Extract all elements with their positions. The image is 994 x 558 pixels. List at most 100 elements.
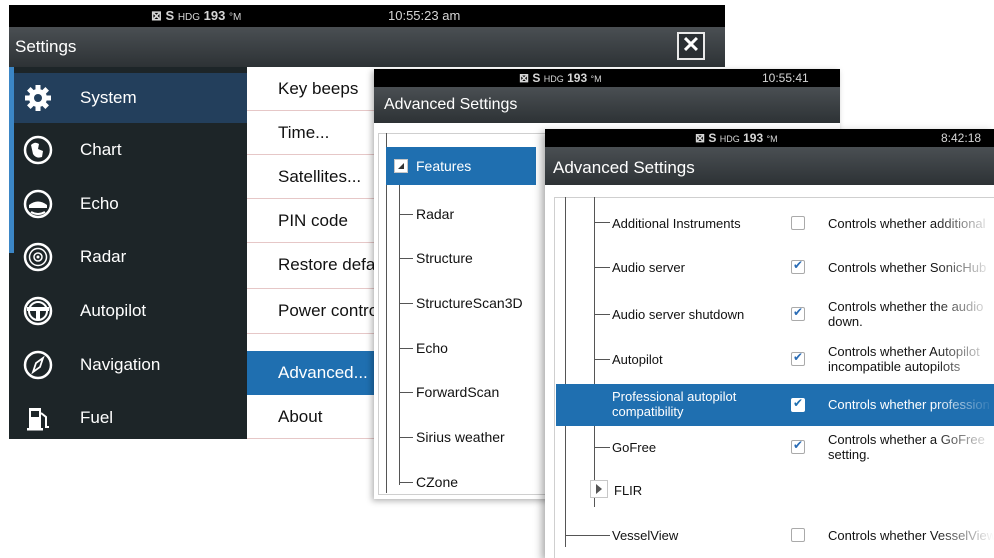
heading-value: 193 [203,8,226,23]
heading-prefix: ⊠ S [695,131,717,145]
tree-item-label: Echo [416,340,448,356]
gear-icon [25,85,51,111]
echo-icon [23,189,53,219]
sidebar-item-radar[interactable]: Radar [9,232,247,282]
steering-wheel-icon [23,296,53,326]
list-item-label: PIN code [278,211,348,230]
titlebar: Settings ✕ [9,27,725,67]
settings-sidebar: System Chart Echo Radar Autopilot Naviga… [9,67,247,439]
sidebar-item-label: Radar [80,247,127,266]
sidebar-item-system[interactable]: System [9,73,247,123]
tree-item-label: CZone [416,474,459,490]
sidebar-item-echo[interactable]: Echo [9,179,247,229]
expand-arrow-icon[interactable] [590,480,608,498]
sidebar-item-fuel[interactable]: Fuel [9,393,247,439]
sidebar-item-chart[interactable]: Chart [9,125,247,175]
close-button[interactable]: ✕ [677,32,705,60]
tree-item[interactable]: ForwardScan [399,383,549,403]
heading-value: 193 [743,131,764,145]
clock: 10:55:23 am [388,8,461,23]
feature-row[interactable]: Audio server shutdown Controls whether t… [556,297,994,331]
list-item-label: Key beeps [278,79,359,98]
sidebar-item-label: Echo [80,194,119,213]
heading-unit: °M [590,74,602,84]
radar-icon [23,242,53,272]
feature-row-selected[interactable]: Professional autopilot compatibility Con… [556,384,994,426]
feature-name: Audio server shutdown [612,307,745,322]
feature-row[interactable]: Audio server Controls whether SonicHub [556,255,994,279]
titlebar: Advanced Settings [545,147,994,185]
feature-checkbox[interactable] [791,350,805,366]
fuel-pump-icon [27,408,49,431]
feature-name: FLIR [614,483,643,498]
list-item-label: Time... [278,123,330,142]
heading-label: HDG [177,12,201,23]
list-item-label: Advanced... [278,363,368,382]
feature-checkbox[interactable] [791,305,805,321]
compass-icon [23,350,53,380]
sidebar-item-autopilot[interactable]: Autopilot [9,286,247,336]
list-item-label: Restore defau [278,255,385,274]
feature-name: Additional Instruments [612,216,741,231]
heading-value: 193 [567,71,588,85]
feature-name: Professional autopilot [612,389,737,404]
tree-item-label: Radar [416,206,455,222]
sidebar-item-label: Fuel [80,408,114,427]
tree-item-flir[interactable]: FLIR [556,480,994,507]
window-title: Advanced Settings [384,96,518,113]
list-item-label: Satellites... [278,167,362,186]
status-bar: ⊠ S HDG 193 °M 10:55:23 am [9,5,725,27]
feature-row[interactable]: Additional Instruments Controls whether … [556,211,994,235]
tree-item-features[interactable]: Features [386,147,536,185]
feature-name: Autopilot [612,352,663,367]
advanced-feature-list: Additional Instruments Controls whether … [545,185,994,558]
tree-item-label: ForwardScan [416,384,500,400]
heading-prefix: ⊠ S [151,8,175,23]
feature-name: VesselView [612,528,679,543]
feature-row[interactable]: VesselView Controls whether VesselView [556,525,994,549]
tree-item[interactable]: Radar [399,205,549,225]
sidebar-item-navigation[interactable]: Navigation [9,340,247,390]
heading-unit: °M [766,134,778,144]
clock: 10:55:41 [762,71,809,85]
sidebar-item-label: System [80,88,137,107]
heading-unit: °M [229,12,242,23]
list-item-label: Power control [278,301,382,320]
heading-readout: ⊠ S HDG 193 °M [695,131,778,145]
tree-item-label: Structure [416,250,473,266]
status-bar: ⊠ S HDG 193 °M 10:55:41 [374,69,840,87]
list-item-label: About [278,407,323,426]
feature-checkbox[interactable] [791,528,805,542]
window-title: Settings [15,37,77,56]
feature-name: GoFree [612,440,657,455]
heading-readout: ⊠ S HDG 193 °M [519,71,602,85]
tree-item[interactable]: CZone [399,473,549,493]
tree-item[interactable]: Sirius weather [399,428,549,448]
window-title: Advanced Settings [553,158,695,177]
tree-item[interactable]: StructureScan3D [399,294,549,314]
feature-name-cont: compatibility [612,404,684,419]
sidebar-item-label: Autopilot [80,301,147,320]
tree-item[interactable]: Echo [399,339,549,359]
tree-item-label: Sirius weather [416,429,505,445]
heading-readout: ⊠ S HDG 193 °M [151,8,241,24]
feature-checkbox[interactable] [791,438,805,454]
feature-checkbox[interactable] [791,216,805,230]
heading-label: HDG [543,74,564,84]
feature-checkbox[interactable] [791,258,805,274]
tree-item[interactable]: Structure [399,249,549,269]
tree-line [386,133,387,493]
collapse-arrow-icon[interactable] [394,159,408,173]
sidebar-item-label: Navigation [80,355,161,374]
tree-item-label: StructureScan3D [416,295,523,311]
feature-checkbox[interactable] [791,396,805,412]
feature-row[interactable]: Autopilot Controls whether Autopilot inc… [556,342,994,376]
sidebar-item-label: Chart [80,140,122,159]
clock: 8:42:18 [941,131,982,145]
tree-item-label: Features [416,158,472,174]
chart-icon [23,135,53,165]
scrollbar[interactable] [9,67,14,253]
feature-row[interactable]: GoFree Controls whether a GoFree setting… [556,430,994,464]
heading-label: HDG [719,134,740,144]
status-bar: ⊠ S HDG 193 °M 8:42:18 [545,129,994,147]
